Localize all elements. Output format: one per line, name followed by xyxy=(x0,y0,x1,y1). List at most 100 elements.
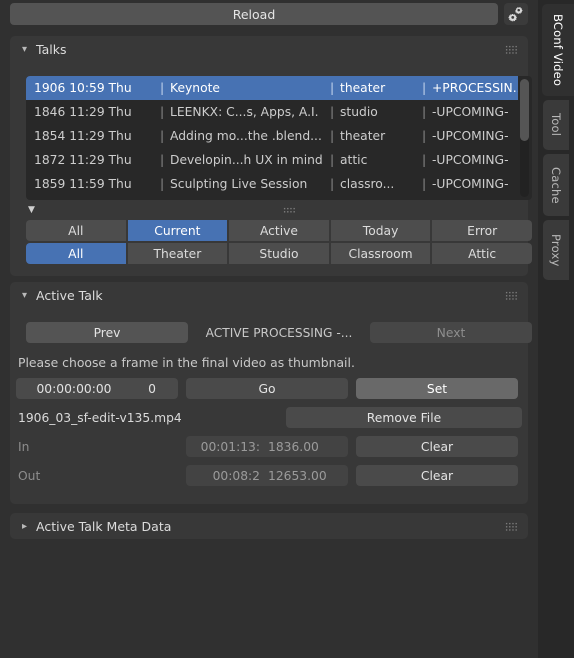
filter-state-today[interactable]: Today xyxy=(330,220,431,241)
filter-room-all[interactable]: All xyxy=(26,243,126,264)
meta-data-panel-title: Active Talk Meta Data xyxy=(36,518,172,534)
row-status: -UPCOMING- xyxy=(432,153,509,167)
column-separator: | xyxy=(330,129,335,143)
active-talk-panel-header[interactable]: ▾ Active Talk xyxy=(10,282,528,308)
filter-room-classroom[interactable]: Classroom xyxy=(330,243,431,264)
prev-button[interactable]: Prev xyxy=(26,322,188,343)
go-button[interactable]: Go xyxy=(186,378,348,399)
row-room: theater xyxy=(340,81,386,95)
active-talk-status: ACTIVE PROCESSING -... xyxy=(205,325,353,340)
filter-state-group: All Current Active Today Error xyxy=(26,220,532,241)
in-timecode-field[interactable]: 00:01:13: 1836.00 xyxy=(186,436,348,457)
out-timecode-field[interactable]: 00:08:2 12653.00 xyxy=(186,465,348,486)
file-row: 1906_03_sf-edit-v135.mp4 Remove File xyxy=(16,407,522,428)
gears-icon[interactable] xyxy=(504,3,528,25)
grip-dots-icon[interactable] xyxy=(505,44,518,54)
column-separator: | xyxy=(422,153,427,167)
column-separator: | xyxy=(422,177,427,191)
grip-dots-icon xyxy=(282,207,296,213)
set-button[interactable]: Set xyxy=(356,378,518,399)
out-point-row: Out 00:08:2 12653.00 Clear xyxy=(16,465,522,486)
filter-room-studio[interactable]: Studio xyxy=(229,243,329,264)
meta-data-panel-header[interactable]: ▸ Active Talk Meta Data xyxy=(10,513,528,539)
reload-button[interactable]: Reload xyxy=(10,3,498,25)
out-timecode-value: 00:08:2 xyxy=(212,468,260,483)
filter-state-error[interactable]: Error xyxy=(432,220,532,241)
row-room: theater xyxy=(340,129,386,143)
active-talk-nav-row: Prev ACTIVE PROCESSING -... Next xyxy=(26,322,532,343)
grip-dots-icon[interactable] xyxy=(505,290,518,300)
row-room: studio xyxy=(340,105,378,119)
remove-file-button[interactable]: Remove File xyxy=(286,407,522,428)
row-title: Sculpting Live Session xyxy=(170,177,308,191)
tab-proxy-label: Proxy xyxy=(549,233,563,267)
table-row[interactable]: 1859 11:59 Thu | Sculpting Live Session … xyxy=(26,172,518,196)
thumbnail-hint: Please choose a frame in the final video… xyxy=(18,355,355,370)
filter-state-current[interactable]: Current xyxy=(127,220,228,241)
row-room: classro... xyxy=(340,177,395,191)
list-filter-bar: ▼ xyxy=(26,202,532,218)
talks-list[interactable]: 1906 10:59 Thu | Keynote | theater | +PR… xyxy=(26,76,532,200)
column-separator: | xyxy=(330,105,335,119)
tab-cache[interactable]: Cache xyxy=(543,154,569,216)
out-clear-button[interactable]: Clear xyxy=(356,465,518,486)
row-title: Keynote xyxy=(170,81,220,95)
column-separator: | xyxy=(160,105,165,119)
filter-room-group: All Theater Studio Classroom Attic xyxy=(26,243,532,264)
in-frame-value: 1836.00 xyxy=(268,439,319,454)
talks-panel-header[interactable]: ▾ Talks xyxy=(10,36,528,62)
in-clear-button[interactable]: Clear xyxy=(356,436,518,457)
list-resize-grip[interactable] xyxy=(46,207,532,213)
tab-bconf-video-label: BConf Video xyxy=(551,13,565,87)
filter-room-attic[interactable]: Attic xyxy=(432,243,532,264)
out-label: Out xyxy=(18,468,41,483)
row-id: 1854 11:29 Thu xyxy=(34,129,132,143)
tab-tool[interactable]: Tool xyxy=(543,100,569,150)
column-separator: | xyxy=(160,129,165,143)
thumbnail-frame-row: 00:00:00:00 0 Go Set xyxy=(16,378,522,399)
row-status: -UPCOMING- xyxy=(432,105,509,119)
row-room: attic xyxy=(340,153,368,167)
triangle-down-icon[interactable]: ▼ xyxy=(26,205,46,215)
active-talk-panel-title: Active Talk xyxy=(36,287,103,303)
filter-state-active[interactable]: Active xyxy=(229,220,329,241)
in-label: In xyxy=(18,439,30,454)
tab-bconf-video[interactable]: BConf Video xyxy=(542,4,574,96)
talks-list-rows: 1906 10:59 Thu | Keynote | theater | +PR… xyxy=(26,76,518,196)
row-title: LEENKX: C...s, Apps, A.I. xyxy=(170,105,319,119)
table-row[interactable]: 1846 11:29 Thu | LEENKX: C...s, Apps, A.… xyxy=(26,100,518,124)
table-row[interactable]: 1872 11:29 Thu | Developin...h UX in min… xyxy=(26,148,518,172)
file-name-label: 1906_03_sf-edit-v135.mp4 xyxy=(18,410,182,425)
frame-number-value: 0 xyxy=(148,381,156,396)
frame-timecode-field[interactable]: 00:00:00:00 0 xyxy=(16,378,178,399)
meta-data-panel: ▸ Active Talk Meta Data xyxy=(10,513,528,539)
column-separator: | xyxy=(160,177,165,191)
chevron-down-icon[interactable]: ▾ xyxy=(22,44,36,55)
talks-panel-title: Talks xyxy=(36,41,67,57)
row-title: Developin...h UX in mind xyxy=(170,153,323,167)
list-scrollbar[interactable] xyxy=(520,79,529,197)
gears-icon-glyph xyxy=(508,6,522,21)
column-separator: | xyxy=(330,81,335,95)
chevron-down-icon[interactable]: ▾ xyxy=(22,290,36,301)
in-timecode-value: 00:01:13: xyxy=(200,439,260,454)
out-frame-value: 12653.00 xyxy=(268,468,327,483)
frame-timecode-value: 00:00:00:00 xyxy=(36,381,112,396)
row-status: -UPCOMING- xyxy=(432,129,509,143)
filter-state-all[interactable]: All xyxy=(26,220,126,241)
grip-dots-icon[interactable] xyxy=(505,521,518,531)
table-row[interactable]: 1854 11:29 Thu | Adding mo...the .blend.… xyxy=(26,124,518,148)
tab-proxy[interactable]: Proxy xyxy=(543,220,569,280)
table-row[interactable]: 1906 10:59 Thu | Keynote | theater | +PR… xyxy=(26,76,518,100)
column-separator: | xyxy=(422,105,427,119)
list-scrollbar-thumb[interactable] xyxy=(520,79,529,141)
chevron-right-icon[interactable]: ▸ xyxy=(22,521,36,532)
sidebar-tab-strip: BConf Video Tool Cache Proxy xyxy=(538,0,574,658)
row-id: 1859 11:59 Thu xyxy=(34,177,132,191)
addon-panel-root: Reload ▾ Talks 1906 10:59 Thu | Keynote … xyxy=(0,0,574,658)
next-button[interactable]: Next xyxy=(370,322,532,343)
filter-room-theater[interactable]: Theater xyxy=(127,243,228,264)
tab-tool-label: Tool xyxy=(549,113,563,137)
main-region: Reload ▾ Talks 1906 10:59 Thu | Keynote … xyxy=(0,0,538,658)
top-toolbar: Reload xyxy=(10,3,528,25)
